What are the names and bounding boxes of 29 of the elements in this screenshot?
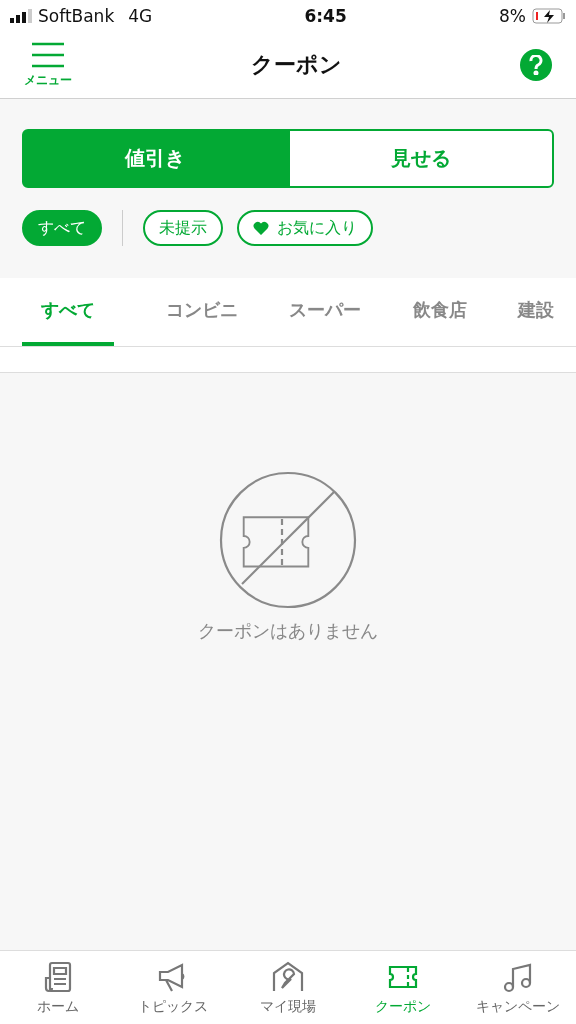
no-coupon-icon: [219, 471, 357, 609]
battery-percent: 8%: [499, 6, 526, 26]
nav-tab[interactable]: ホーム: [0, 951, 116, 1024]
carrier-name: SoftBank: [38, 6, 115, 26]
empty-message: クーポンはありません: [198, 619, 378, 643]
question-mark-icon: [529, 55, 543, 75]
battery-charging-icon: [532, 8, 566, 24]
nav-tab[interactable]: トピックス: [115, 951, 231, 1024]
page-title: クーポン: [250, 51, 342, 79]
signal-icon: [10, 9, 32, 23]
nav-tab[interactable]: クーポン: [345, 951, 461, 1024]
help-button[interactable]: [520, 49, 552, 81]
filter-chip[interactable]: お気に入り: [237, 210, 373, 246]
filter-chip[interactable]: 未提示: [143, 210, 223, 246]
category-tab[interactable]: 建設: [518, 278, 554, 346]
category-tab[interactable]: コンビニ: [165, 278, 238, 346]
segment-tab[interactable]: 見せる: [288, 129, 554, 188]
house-wrench-icon: [271, 959, 305, 994]
heart-icon: [253, 221, 269, 235]
category-tab[interactable]: スーパー: [289, 278, 361, 346]
menu-icon: [31, 41, 65, 68]
nav-tab[interactable]: マイ現場: [230, 951, 346, 1024]
filter-chip[interactable]: すべて: [22, 210, 102, 246]
menu-button[interactable]: メニュー: [24, 41, 72, 89]
clock-time: 6:45: [304, 6, 347, 26]
nav-tab[interactable]: キャンペーン: [460, 951, 576, 1024]
category-tab[interactable]: 飲食店: [412, 278, 467, 346]
segment-tab[interactable]: 値引き: [22, 129, 288, 188]
network-type: 4G: [128, 6, 153, 26]
